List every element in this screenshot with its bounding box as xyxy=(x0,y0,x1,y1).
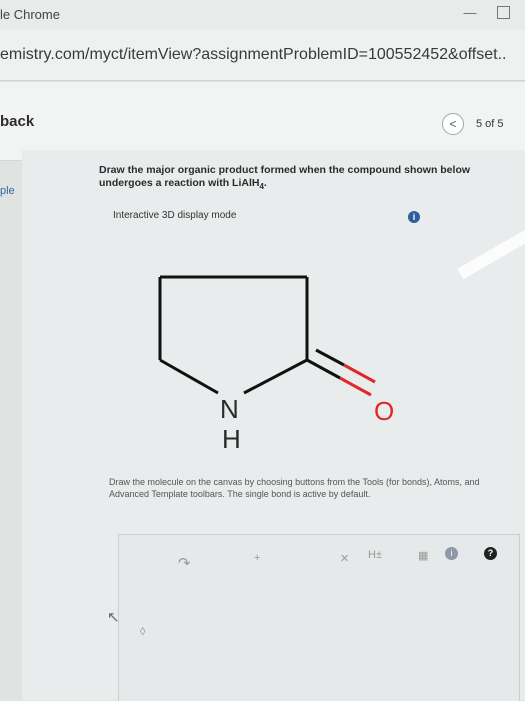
hydrogen-toggle-button[interactable]: H± xyxy=(368,549,382,561)
prompt-line-1: Draw the major organic product formed wh… xyxy=(99,164,471,176)
undo-icon[interactable]: ↷ xyxy=(178,554,191,572)
grid-icon[interactable]: ▦ xyxy=(418,549,428,562)
bond-c2-n xyxy=(159,358,219,395)
question-prompt: Draw the major organic product formed wh… xyxy=(99,164,509,193)
info-icon[interactable]: i xyxy=(408,211,420,223)
atom-h: H xyxy=(222,424,241,454)
bond-c5-o-red xyxy=(339,376,372,397)
delete-icon[interactable]: ✕ xyxy=(340,552,349,565)
help-icon[interactable]: ? xyxy=(484,547,497,560)
double-bond-red xyxy=(343,363,376,384)
prompt-line-2-text: undergoes a reaction with LiAlH xyxy=(99,177,260,189)
prompt-suffix: . xyxy=(263,177,267,189)
minimize-icon[interactable]: — xyxy=(463,6,477,20)
molecule-structure: N H O xyxy=(158,275,394,454)
eraser-icon[interactable]: ◊ xyxy=(140,626,145,638)
window-title: le Chrome xyxy=(0,7,60,22)
url-text[interactable]: emistry.com/myct/itemView?assignmentProb… xyxy=(0,46,506,64)
maximize-icon[interactable] xyxy=(497,6,510,19)
atom-n: N xyxy=(220,394,239,424)
select-arrow-icon[interactable]: ↖ xyxy=(107,608,120,626)
address-bar[interactable]: emistry.com/myct/itemView?assignmentProb… xyxy=(0,30,525,81)
previous-question-button[interactable]: < xyxy=(442,113,464,135)
atom-o: O xyxy=(374,396,394,426)
sidebar-tab[interactable]: ple xyxy=(0,180,22,202)
editor-info-icon[interactable]: i xyxy=(445,547,458,560)
bond-n-c5 xyxy=(243,358,308,395)
ring-bonds xyxy=(158,275,309,395)
bond-c5-o-black xyxy=(306,358,341,380)
plus-icon[interactable]: + xyxy=(254,552,260,564)
window-titlebar: le Chrome — xyxy=(0,0,525,30)
double-bond-black xyxy=(315,348,345,367)
drawing-instructions: Draw the molecule on the canvas by choos… xyxy=(109,477,480,499)
back-link[interactable]: back xyxy=(0,113,34,130)
prompt-line-2: undergoes a reaction with LiAlH4. xyxy=(99,177,509,193)
question-counter: 5 of 5 xyxy=(476,118,504,130)
display-mode-label: Interactive 3D display mode xyxy=(113,210,237,221)
